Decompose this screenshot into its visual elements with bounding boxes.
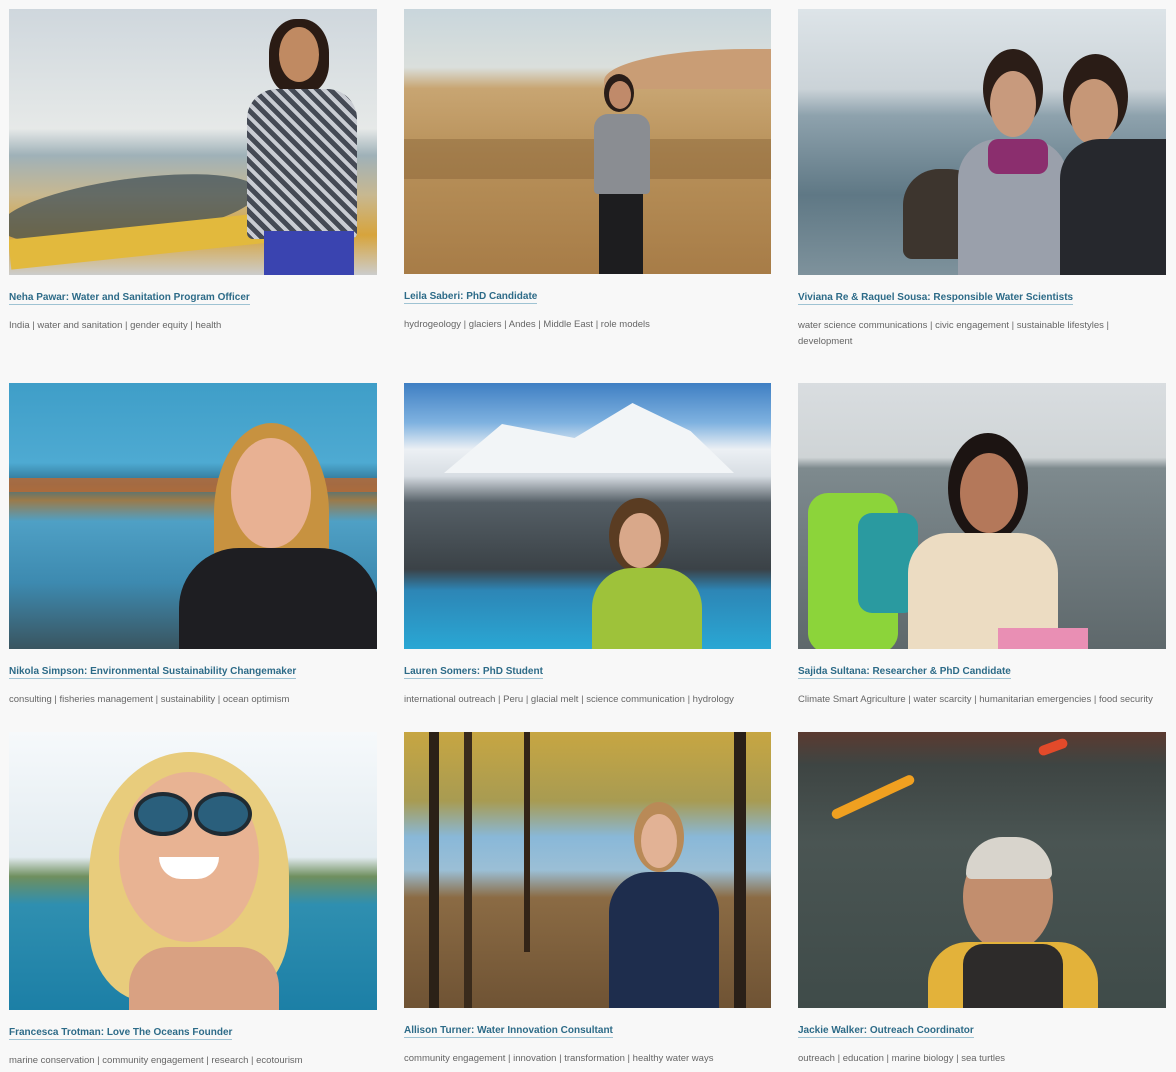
profile-tags: international outreach | Peru | glacial … [404, 694, 734, 705]
profile-card: Jackie Walker: Outreach Coordinator outr… [798, 732, 1166, 1067]
profile-card: Leila Saberi: PhD Candidate hydrogeology… [404, 9, 772, 333]
profile-tags: outreach | education | marine biology | … [798, 1053, 1006, 1064]
profile-card: Neha Pawar: Water and Sanitation Program… [9, 9, 377, 334]
profile-tags: hydrogeology | glaciers | Andes | Middle… [404, 319, 650, 330]
profile-title-link[interactable]: Neha Pawar: Water and Sanitation Program… [9, 292, 250, 305]
profile-tags: community engagement | innovation | tran… [404, 1053, 714, 1064]
profile-photo[interactable] [798, 732, 1166, 1008]
profile-card: Lauren Somers: PhD Student international… [404, 383, 772, 708]
profile-tags: Climate Smart Agriculture | water scarci… [798, 694, 1153, 705]
profile-title-link[interactable]: Nikola Simpson: Environmental Sustainabi… [9, 666, 297, 679]
profile-photo[interactable] [9, 9, 377, 275]
profile-card: Francesca Trotman: Love The Oceans Found… [9, 732, 377, 1069]
profile-title-link[interactable]: Francesca Trotman: Love The Oceans Found… [9, 1027, 233, 1040]
profile-card: Viviana Re & Raquel Sousa: Responsible W… [798, 9, 1166, 350]
profile-title-link[interactable]: Jackie Walker: Outreach Coordinator [798, 1025, 974, 1038]
profile-tags: water science communications | civic eng… [798, 320, 1110, 347]
profile-photo[interactable] [9, 732, 377, 1010]
profile-title-link[interactable]: Sajida Sultana: Researcher & PhD Candida… [798, 666, 1011, 679]
profile-card: Allison Turner: Water Innovation Consult… [404, 732, 772, 1067]
profile-title-link[interactable]: Leila Saberi: PhD Candidate [404, 291, 538, 304]
profile-photo[interactable] [9, 383, 377, 649]
profile-tags: India | water and sanitation | gender eq… [9, 320, 222, 331]
profile-title-link[interactable]: Viviana Re & Raquel Sousa: Responsible W… [798, 292, 1074, 305]
profile-photo[interactable] [798, 9, 1166, 275]
profile-title-link[interactable]: Lauren Somers: PhD Student [404, 666, 543, 679]
profile-card: Sajida Sultana: Researcher & PhD Candida… [798, 383, 1166, 708]
profile-tags: consulting | fisheries management | sust… [9, 694, 290, 705]
profile-tags: marine conservation | community engageme… [9, 1055, 303, 1066]
profile-photo[interactable] [798, 383, 1166, 649]
profile-photo[interactable] [404, 732, 771, 1008]
profile-title-link[interactable]: Allison Turner: Water Innovation Consult… [404, 1025, 613, 1038]
profile-card: Nikola Simpson: Environmental Sustainabi… [9, 383, 377, 708]
profile-photo[interactable] [404, 9, 771, 274]
profile-photo[interactable] [404, 383, 771, 649]
